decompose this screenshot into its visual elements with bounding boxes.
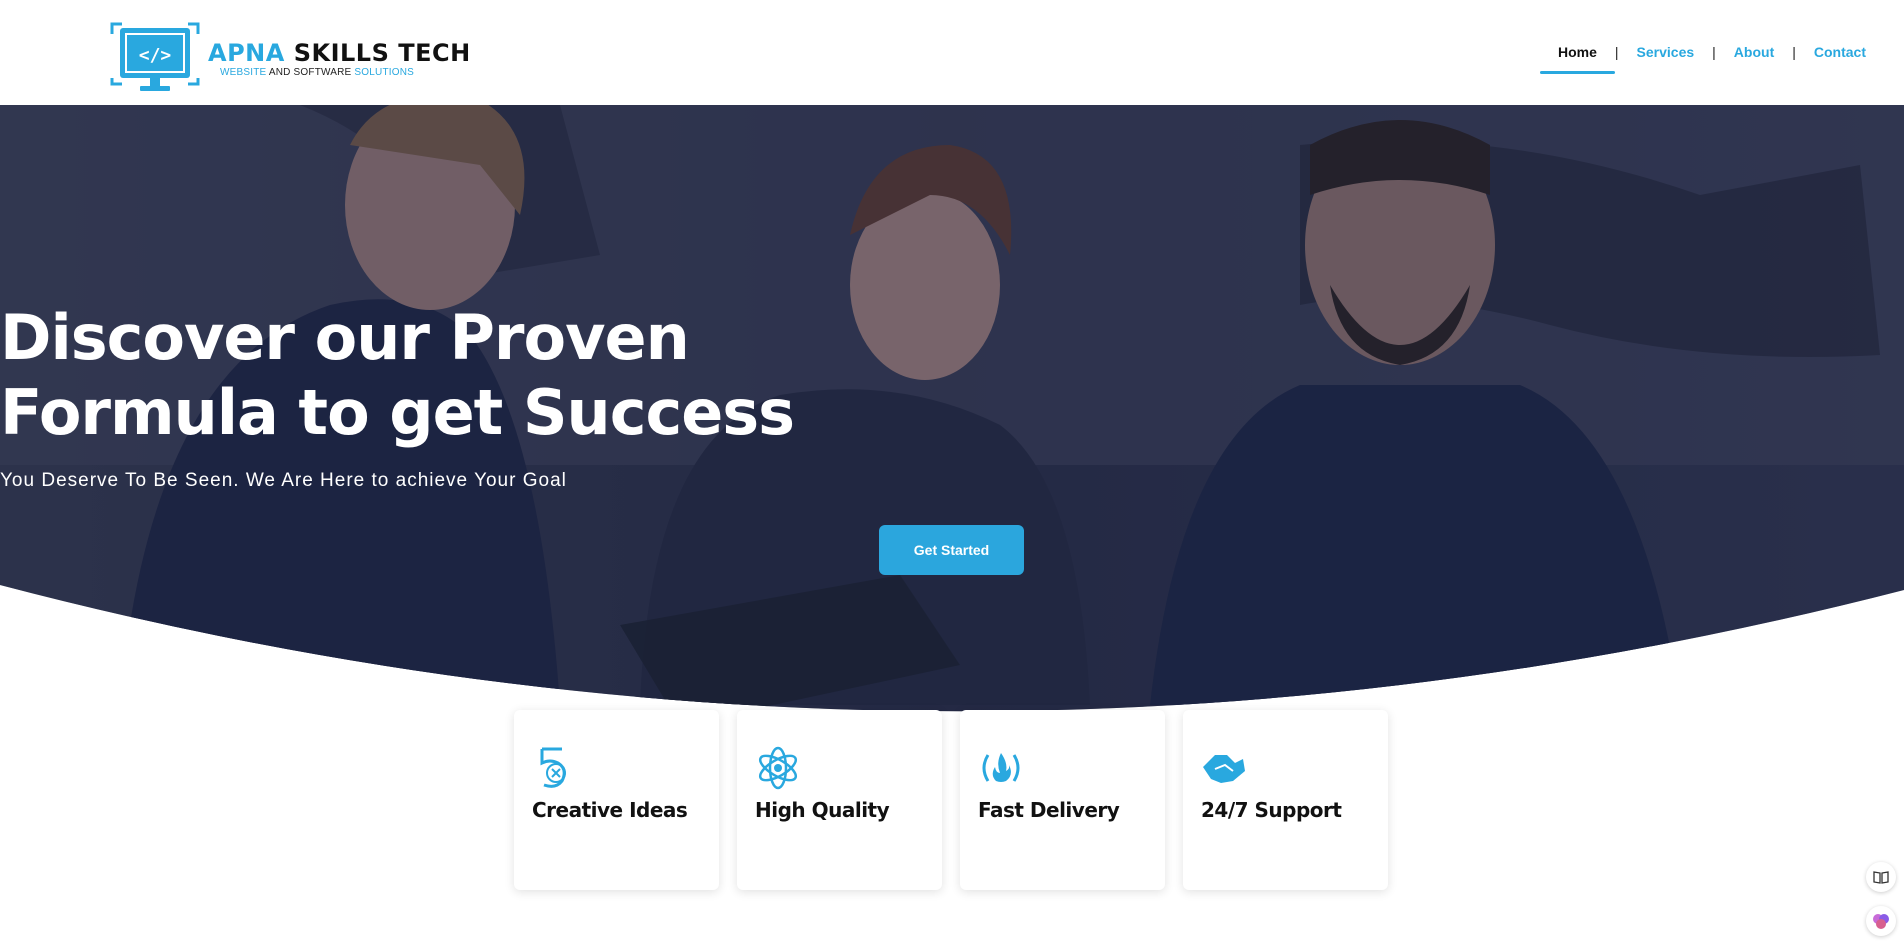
- nav-about[interactable]: About: [1716, 38, 1792, 66]
- feature-cards: Creative Ideas High Quality Fast Deliver…: [514, 710, 1388, 890]
- hero-title: Discover our Proven Formula to get Succe…: [0, 300, 1904, 450]
- atom-icon: [755, 745, 801, 791]
- code-monitor-icon: </>: [110, 22, 200, 94]
- feature-title: Creative Ideas: [532, 798, 688, 822]
- hero-title-line-1: Discover our Proven: [0, 301, 690, 374]
- logo-tagline-part-1: WEBSITE: [220, 66, 267, 78]
- flame-code-icon: [978, 745, 1024, 791]
- feature-card-fast-delivery[interactable]: Fast Delivery: [960, 710, 1165, 890]
- brain-icon[interactable]: [1866, 906, 1896, 936]
- five-badge-icon: [532, 745, 578, 791]
- feature-card-creative-ideas[interactable]: Creative Ideas: [514, 710, 719, 890]
- hero-subtitle: You Deserve To Be Seen. We Are Here to a…: [0, 470, 567, 491]
- feature-card-support[interactable]: 24/7 Support: [1183, 710, 1388, 890]
- handshake-icon: [1201, 745, 1247, 791]
- feature-title: High Quality: [755, 798, 890, 822]
- logo-tagline-part-3: SOLUTIONS: [354, 66, 415, 78]
- main-nav: Home | Services | About | Contact: [1540, 38, 1884, 74]
- logo[interactable]: </> APNA SKILLS TECH WEBSITE AND SOFTWAR…: [110, 22, 470, 94]
- hero-title-line-2: Formula to get Success: [0, 376, 795, 449]
- logo-tagline: WEBSITE AND SOFTWARE SOLUTIONS: [220, 67, 471, 78]
- feature-card-high-quality[interactable]: High Quality: [737, 710, 942, 890]
- nav-contact[interactable]: Contact: [1796, 38, 1884, 66]
- nav-home[interactable]: Home: [1540, 38, 1615, 74]
- get-started-button[interactable]: Get Started: [879, 525, 1024, 575]
- logo-tagline-part-2: AND SOFTWARE: [268, 66, 352, 78]
- logo-title-accent: APNA: [208, 38, 285, 67]
- logo-title: APNA SKILLS TECH: [208, 39, 471, 67]
- reader-icon[interactable]: [1866, 862, 1896, 892]
- feature-title: Fast Delivery: [978, 798, 1120, 822]
- logo-text: APNA SKILLS TECH WEBSITE AND SOFTWARE SO…: [208, 39, 471, 78]
- svg-text:</>: </>: [139, 45, 172, 66]
- feature-title: 24/7 Support: [1201, 798, 1342, 822]
- hero-section: Discover our Proven Formula to get Succe…: [0, 105, 1904, 765]
- site-header: </> APNA SKILLS TECH WEBSITE AND SOFTWAR…: [0, 0, 1904, 105]
- logo-title-dark: SKILLS TECH: [293, 38, 471, 67]
- nav-services[interactable]: Services: [1619, 38, 1713, 66]
